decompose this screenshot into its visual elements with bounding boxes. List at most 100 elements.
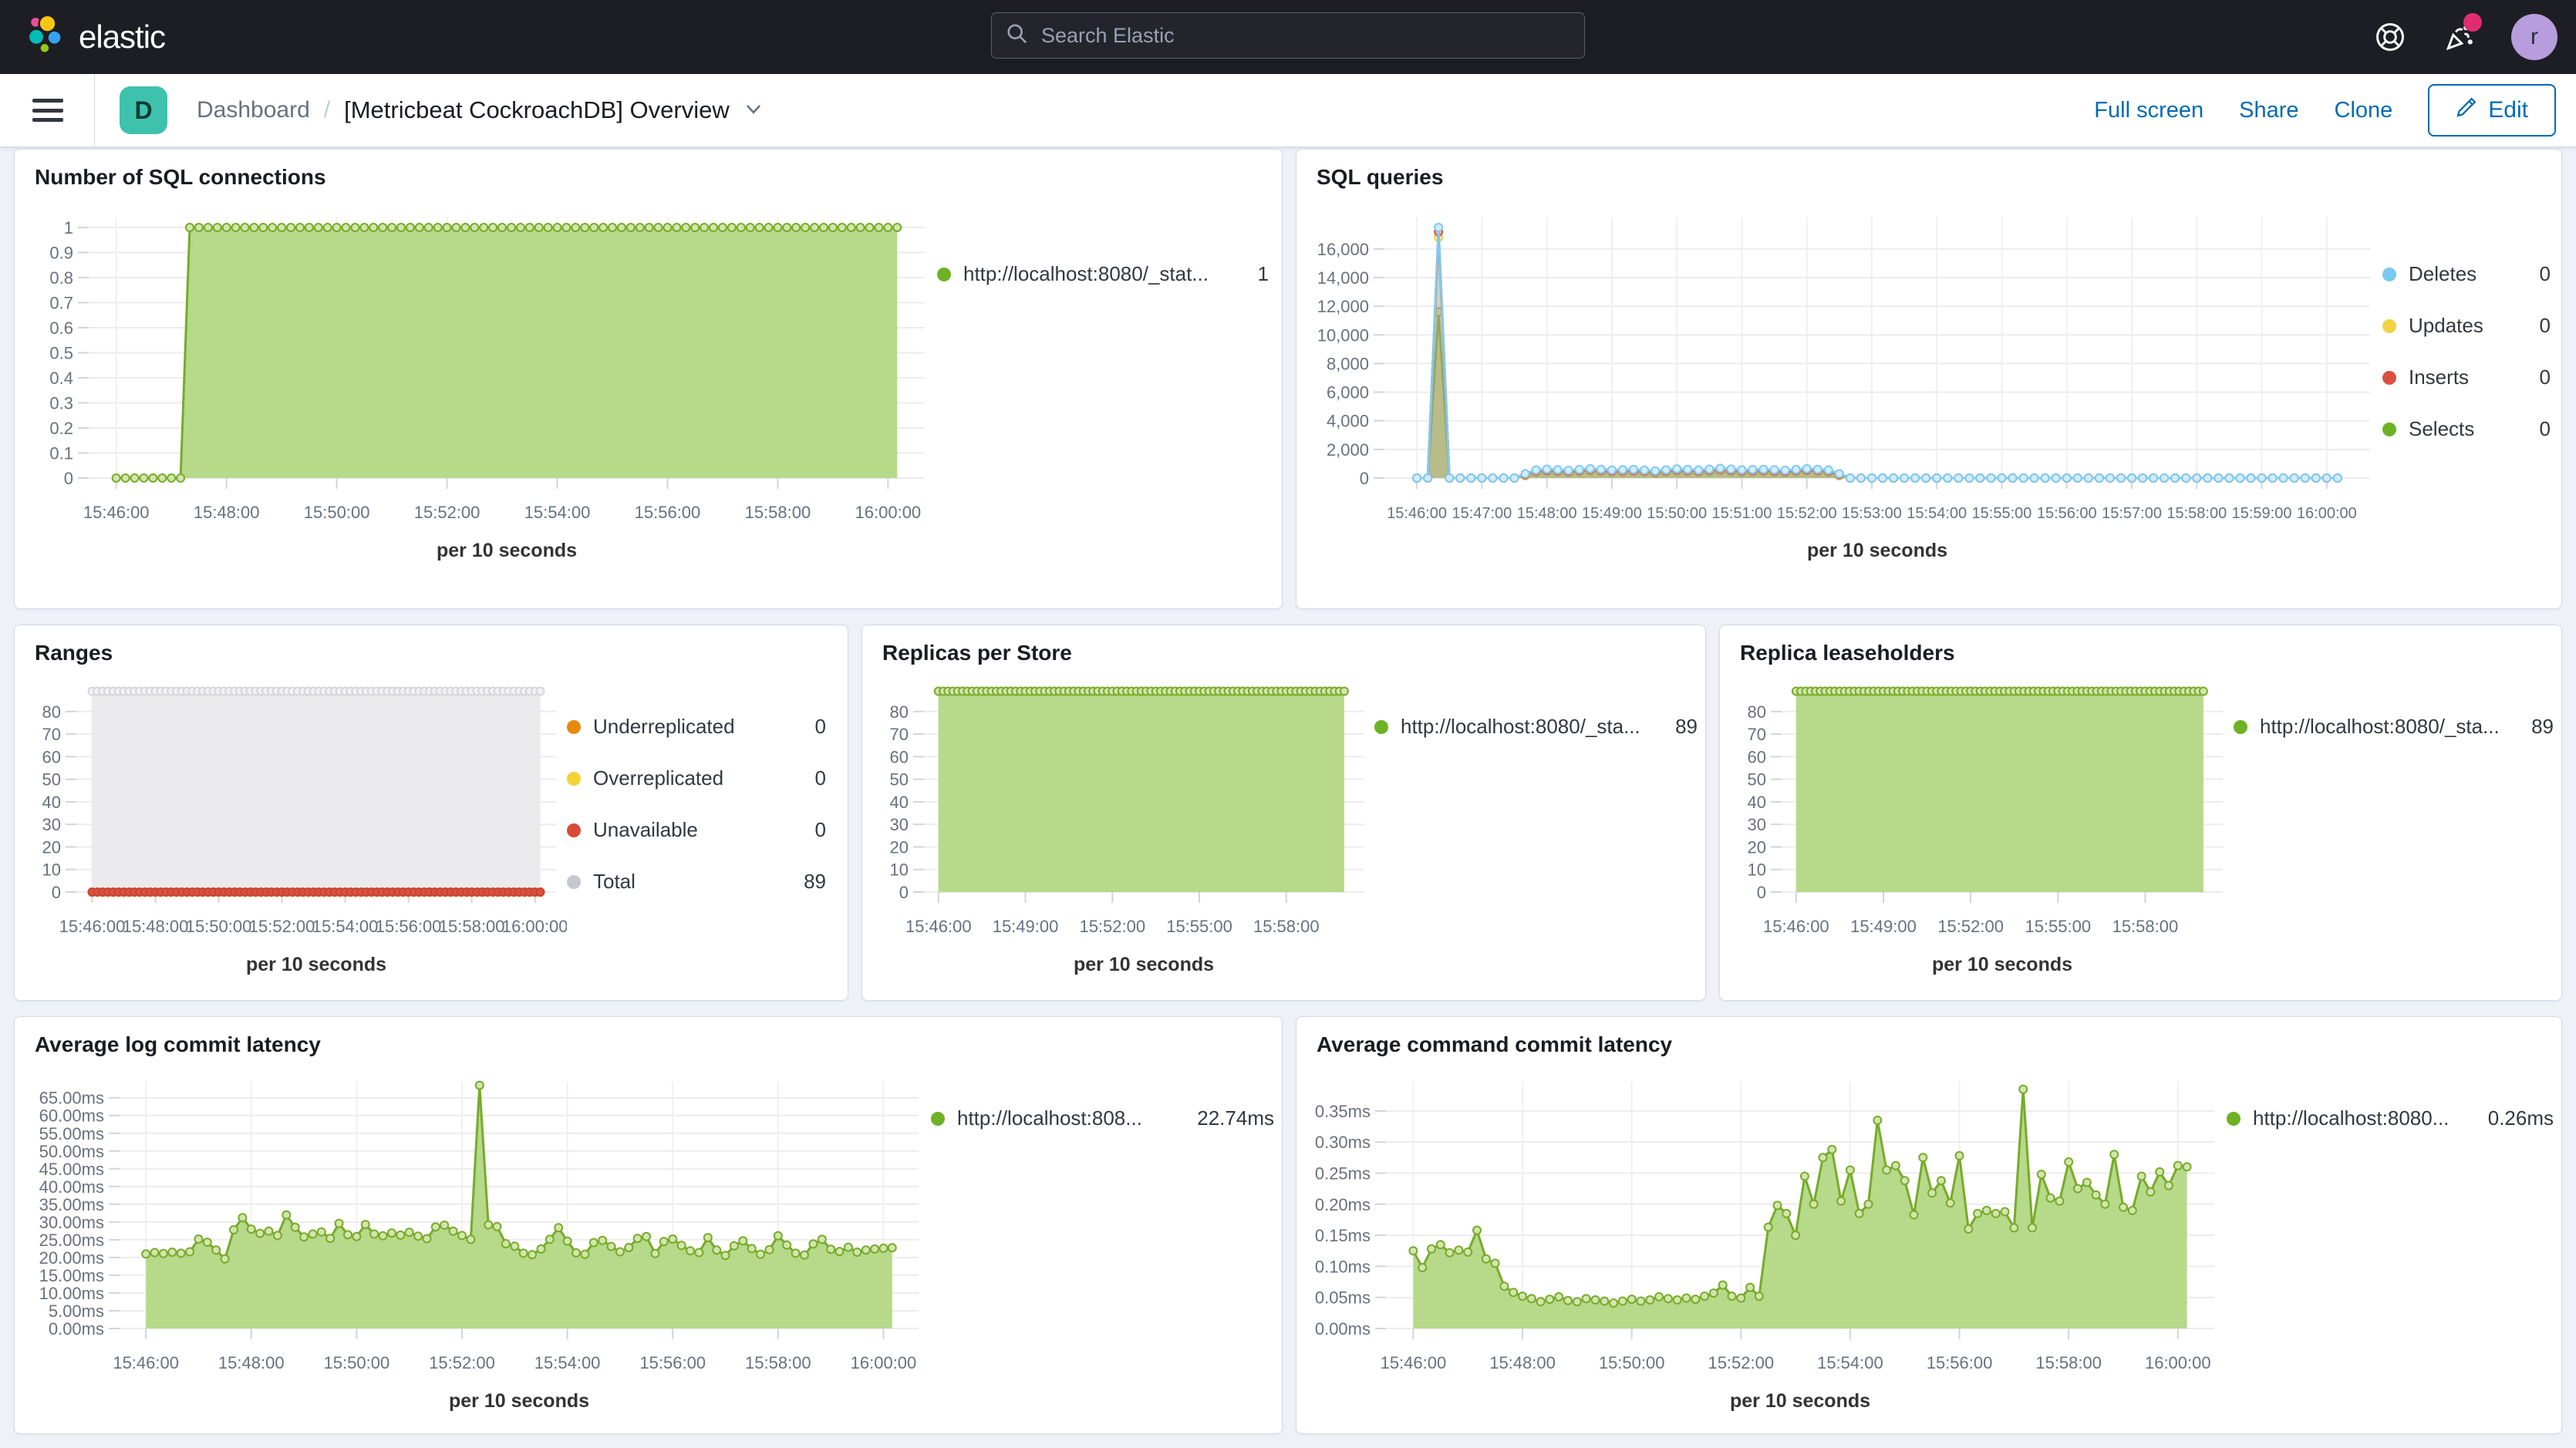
svg-text:30: 30 bbox=[42, 815, 61, 834]
panel-title[interactable]: Average command commit latency bbox=[1296, 1017, 2561, 1057]
notification-badge bbox=[2463, 13, 2482, 32]
avg-command-commit-latency-plot[interactable]: 0.35ms0.30ms0.25ms0.20ms0.15ms0.10ms0.05… bbox=[1309, 1062, 2227, 1418]
svg-text:15:52:00: 15:52:00 bbox=[1079, 917, 1145, 936]
legend-swatch-icon bbox=[2382, 371, 2396, 385]
svg-text:10.00ms: 10.00ms bbox=[39, 1284, 104, 1303]
legend-label: http://localhost:8080... bbox=[2253, 1106, 2466, 1130]
panel-title[interactable]: Replica leaseholders bbox=[1720, 625, 2561, 665]
panel-title[interactable]: Ranges bbox=[15, 625, 848, 665]
legend-item[interactable]: http://localhost:8080...0.26ms bbox=[2227, 1106, 2554, 1130]
svg-text:15:49:00: 15:49:00 bbox=[993, 917, 1059, 936]
svg-text:40: 40 bbox=[1748, 793, 1766, 812]
svg-text:per 10 seconds: per 10 seconds bbox=[1932, 954, 2072, 975]
panel-title[interactable]: Replicas per Store bbox=[862, 625, 1705, 665]
svg-text:0.8: 0.8 bbox=[49, 268, 73, 288]
legend-value: 0 bbox=[2540, 314, 2551, 338]
legend-swatch-icon bbox=[567, 720, 581, 734]
legend-swatch-icon bbox=[2234, 720, 2247, 734]
svg-text:15:50:00: 15:50:00 bbox=[304, 503, 370, 522]
ranges-plot[interactable]: 8070605040302010015:46:0015:48:0015:50:0… bbox=[27, 670, 567, 980]
toolbar-divider bbox=[94, 74, 95, 146]
svg-text:70: 70 bbox=[890, 725, 909, 744]
legend-swatch-icon bbox=[567, 823, 581, 837]
svg-text:50: 50 bbox=[42, 770, 61, 790]
legend-item[interactable]: Overreplicated0 bbox=[567, 766, 826, 790]
global-search[interactable] bbox=[991, 12, 1585, 59]
legend-item[interactable]: Inserts 0 bbox=[2382, 365, 2551, 389]
svg-text:16:00:00: 16:00:00 bbox=[851, 1353, 917, 1372]
svg-text:15:48:00: 15:48:00 bbox=[1489, 1353, 1556, 1372]
svg-text:1: 1 bbox=[64, 218, 73, 237]
space-avatar[interactable]: D bbox=[120, 86, 167, 134]
svg-text:20: 20 bbox=[1748, 837, 1766, 857]
replicas-per-store-plot[interactable]: 8070605040302010015:46:0015:49:0015:52:0… bbox=[875, 670, 1374, 980]
legend-item[interactable]: Total89 bbox=[567, 870, 826, 894]
svg-text:15:51:00: 15:51:00 bbox=[1712, 505, 1772, 522]
legend-item[interactable]: Underreplicated0 bbox=[567, 715, 826, 739]
breadcrumb-dashboard[interactable]: Dashboard bbox=[197, 97, 310, 123]
legend-value: 0 bbox=[2540, 365, 2551, 389]
replica-leaseholders-plot[interactable]: 8070605040302010015:46:0015:49:0015:52:0… bbox=[1732, 670, 2234, 980]
clone-link[interactable]: Clone bbox=[2335, 98, 2393, 123]
legend-value: 89 bbox=[2531, 715, 2554, 739]
svg-text:15:52:00: 15:52:00 bbox=[414, 503, 480, 522]
ranges-legend: Underreplicated0 Overreplicated0 Unavailab… bbox=[567, 715, 826, 980]
svg-text:15:58:00: 15:58:00 bbox=[2112, 917, 2179, 936]
legend-item[interactable]: Unavailable0 bbox=[567, 818, 826, 842]
svg-text:15:46:00: 15:46:00 bbox=[83, 503, 150, 522]
svg-text:20.00ms: 20.00ms bbox=[39, 1248, 104, 1268]
chevron-down-icon[interactable] bbox=[743, 99, 764, 123]
svg-text:25.00ms: 25.00ms bbox=[39, 1231, 104, 1250]
user-avatar[interactable]: r bbox=[2511, 14, 2557, 60]
svg-text:55.00ms: 55.00ms bbox=[39, 1124, 104, 1143]
legend-item[interactable]: http://localhost:8080/_stat...1 bbox=[937, 262, 1269, 286]
svg-text:8,000: 8,000 bbox=[1327, 354, 1369, 373]
legend-item[interactable]: http://localhost:808...22.74ms bbox=[931, 1106, 1274, 1130]
panel-title[interactable]: Number of SQL connections bbox=[15, 150, 1282, 190]
panel-replica-leaseholders: Replica leaseholders 8070605040302010015… bbox=[1719, 625, 2562, 1001]
svg-text:15:48:00: 15:48:00 bbox=[123, 917, 189, 936]
svg-text:0.2: 0.2 bbox=[49, 419, 73, 438]
svg-text:15:57:00: 15:57:00 bbox=[2102, 505, 2162, 522]
edit-button[interactable]: Edit bbox=[2428, 84, 2556, 136]
legend-label: Inserts bbox=[2409, 365, 2518, 389]
svg-text:60: 60 bbox=[42, 747, 61, 766]
sql-connections-plot[interactable]: 10.90.80.70.60.50.40.30.20.1015:46:0015:… bbox=[27, 194, 937, 572]
search-input[interactable] bbox=[1040, 23, 1536, 49]
legend-item[interactable]: http://localhost:8080/_sta...89 bbox=[1374, 715, 1698, 739]
menu-icon[interactable] bbox=[32, 99, 63, 122]
legend-value: 89 bbox=[804, 870, 826, 894]
svg-text:0: 0 bbox=[1360, 469, 1369, 488]
svg-text:0: 0 bbox=[52, 883, 61, 902]
brand-name: elastic bbox=[79, 19, 165, 56]
news-feed-icon[interactable] bbox=[2442, 19, 2477, 55]
svg-text:15:46:00: 15:46:00 bbox=[905, 917, 972, 936]
svg-text:15:58:00: 15:58:00 bbox=[745, 503, 811, 522]
avg-log-commit-latency-plot[interactable]: 65.00ms60.00ms55.00ms50.00ms45.00ms40.00… bbox=[27, 1062, 931, 1418]
legend-item[interactable]: Updates0 bbox=[2382, 314, 2551, 338]
legend-value: 0 bbox=[815, 818, 826, 842]
share-link[interactable]: Share bbox=[2239, 98, 2298, 123]
panel-title[interactable]: Average log commit latency bbox=[15, 1017, 1282, 1057]
full-screen-link[interactable]: Full screen bbox=[2094, 98, 2203, 123]
svg-text:40: 40 bbox=[890, 793, 909, 812]
svg-text:80: 80 bbox=[1748, 702, 1766, 722]
legend-item[interactable]: Selects0 bbox=[2382, 417, 2551, 441]
sql-queries-plot[interactable]: 16,00014,00012,00010,0008,0006,0004,0002… bbox=[1309, 194, 2382, 572]
legend-value: 0 bbox=[815, 766, 826, 790]
help-icon[interactable] bbox=[2372, 19, 2408, 55]
svg-text:15:58:00: 15:58:00 bbox=[745, 1353, 811, 1372]
svg-text:15:55:00: 15:55:00 bbox=[1166, 917, 1232, 936]
svg-text:0.05ms: 0.05ms bbox=[1315, 1288, 1371, 1308]
svg-text:16,000: 16,000 bbox=[1317, 240, 1369, 259]
legend-item[interactable]: Deletes0 bbox=[2382, 262, 2551, 286]
legend-item[interactable]: http://localhost:8080/_sta...89 bbox=[2234, 715, 2554, 739]
svg-text:0.4: 0.4 bbox=[49, 369, 73, 388]
legend-value: 22.74ms bbox=[1197, 1106, 1274, 1130]
svg-text:0.3: 0.3 bbox=[49, 394, 73, 413]
elastic-brand[interactable]: elastic bbox=[22, 13, 165, 62]
panel-title[interactable]: SQL queries bbox=[1296, 150, 2561, 190]
elastic-logo-icon bbox=[22, 13, 66, 62]
svg-text:0.5: 0.5 bbox=[49, 344, 73, 363]
svg-text:0.10ms: 0.10ms bbox=[1315, 1257, 1371, 1276]
